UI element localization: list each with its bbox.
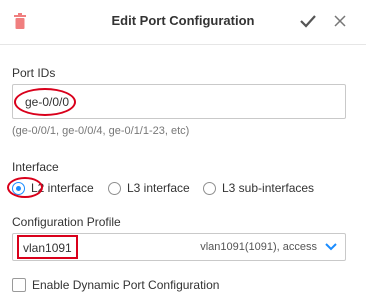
- dynamic-port-label: Enable Dynamic Port Configuration: [32, 278, 220, 292]
- radio-l3-sub-label: L3 sub-interfaces: [222, 181, 315, 195]
- radio-l3-label: L3 interface: [127, 181, 190, 195]
- annotation-profile-rect: [17, 235, 78, 259]
- radio-l3-indicator: [108, 181, 121, 195]
- close-icon[interactable]: [334, 15, 346, 27]
- annotation-radio-ellipse: [7, 177, 43, 198]
- radio-l3-sub-indicator: [203, 181, 216, 195]
- annotation-port-id-ellipse: [14, 88, 76, 116]
- chevron-down-icon: [325, 243, 337, 251]
- check-icon[interactable]: [300, 14, 316, 28]
- radio-l3-sub-interfaces[interactable]: L3 sub-interfaces: [203, 180, 314, 196]
- port-ids-hint: (ge-0/0/1, ge-0/0/4, ge-0/1/1-23, etc): [12, 125, 190, 137]
- dialog-header: Edit Port Configuration: [0, 0, 366, 45]
- config-profile-detail: vlan1091(1091), access: [200, 241, 317, 253]
- dynamic-port-checkbox[interactable]: [12, 278, 26, 292]
- interface-label: Interface: [12, 160, 59, 174]
- config-profile-label: Configuration Profile: [12, 215, 121, 229]
- radio-l3-interface[interactable]: L3 interface: [108, 180, 190, 196]
- port-ids-label: Port IDs: [12, 66, 56, 80]
